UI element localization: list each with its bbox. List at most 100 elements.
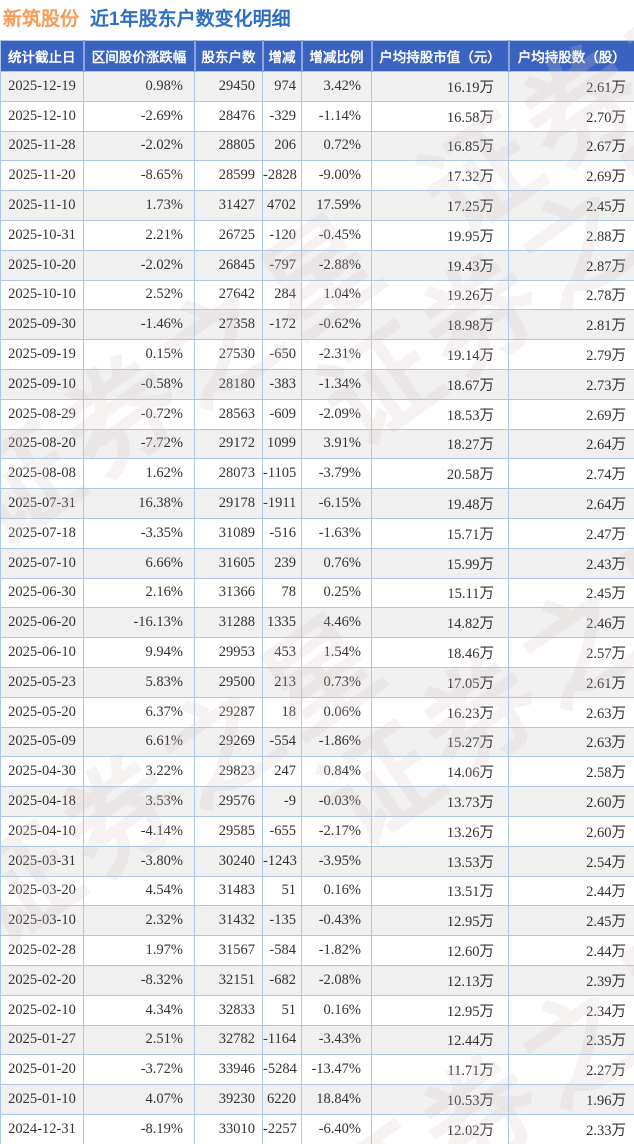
cell-change: -1164	[262, 1024, 302, 1056]
cell-avg-market-value: 15.71万	[371, 517, 509, 549]
cell-date: 2025-08-08	[0, 458, 84, 490]
cell-avg-market-value: 16.23万	[371, 696, 509, 728]
table-row: 2025-10-31 2.21% 26725 -120 -0.45% 19.95万 2.88…	[0, 219, 634, 251]
cell-change: -797	[262, 249, 302, 281]
cell-avg-shares: 2.69万	[508, 160, 634, 192]
table-row: 2025-11-28 -2.02% 28805 206 0.72% 16.85万 2.67万	[0, 130, 634, 162]
cell-avg-market-value: 11.71万	[371, 1054, 509, 1086]
cell-holder-count: 26725	[194, 219, 263, 251]
cell-change-ratio: -6.15%	[301, 488, 372, 519]
cell-avg-market-value: 13.51万	[371, 875, 509, 907]
table-row: 2025-04-10 -4.14% 29585 -655 -2.17% 13.26万 2.6…	[0, 815, 634, 847]
cell-date: 2025-01-27	[0, 1024, 84, 1056]
cell-price-change: 2.16%	[83, 577, 195, 609]
cell-price-change: 1.62%	[83, 458, 195, 490]
cell-avg-shares: 2.35万	[508, 1024, 634, 1056]
cell-date: 2025-06-20	[0, 607, 84, 639]
cell-holder-count: 31567	[194, 935, 263, 966]
cell-price-change: -3.80%	[83, 845, 195, 877]
cell-avg-shares: 2.61万	[508, 666, 634, 698]
cell-holder-count: 39230	[194, 1084, 263, 1115]
cell-date: 2025-01-20	[0, 1054, 84, 1086]
cell-avg-market-value: 20.58万	[371, 458, 509, 490]
cell-change: -383	[262, 368, 302, 400]
cell-change-ratio: -13.47%	[301, 1054, 372, 1086]
shareholder-table: 统计截止日 区间股价涨跌幅 股东户数 增减 增减比例 户均持股市值（元） 户均持股数（股） …	[0, 40, 634, 1144]
cell-avg-market-value: 18.67万	[371, 368, 509, 400]
cell-change-ratio: -1.14%	[301, 100, 372, 132]
cell-change: -1243	[262, 845, 302, 877]
table-row: 2025-09-10 -0.58% 28180 -383 -1.34% 18.67万 2.7…	[0, 368, 634, 400]
cell-avg-market-value: 17.32万	[371, 160, 509, 192]
cell-price-change: 1.73%	[83, 190, 195, 221]
table-row: 2025-05-20 6.37% 29287 18 0.06% 16.23万 2.63万	[0, 696, 634, 728]
cell-change-ratio: 17.59%	[301, 190, 372, 221]
cell-date: 2025-03-31	[0, 845, 84, 877]
cell-holder-count: 29823	[194, 756, 263, 788]
table-row: 2025-03-31 -3.80% 30240 -1243 -3.95% 13.53万 2.…	[0, 845, 634, 877]
cell-avg-market-value: 14.06万	[371, 756, 509, 788]
cell-avg-shares: 2.79万	[508, 339, 634, 370]
cell-avg-shares: 2.70万	[508, 100, 634, 132]
cell-holder-count: 29287	[194, 696, 263, 728]
table-row: 2025-12-19 0.98% 29450 974 3.42% 16.19万 2.61万	[0, 71, 634, 102]
cell-date: 2025-07-10	[0, 547, 84, 579]
cell-holder-count: 29953	[194, 637, 263, 668]
cell-change-ratio: -1.63%	[301, 517, 372, 549]
table-row: 2025-04-18 3.53% 29576 -9 -0.03% 13.73万 2.60万	[0, 786, 634, 817]
table-row: 2025-02-10 4.34% 32833 51 0.16% 12.95万 2.34万	[0, 994, 634, 1026]
cell-change-ratio: -2.09%	[301, 398, 372, 430]
cell-avg-market-value: 18.46万	[371, 637, 509, 668]
cell-change: 213	[262, 666, 302, 698]
table-row: 2025-09-30 -1.46% 27358 -172 -0.62% 18.98万 2.8…	[0, 309, 634, 341]
cell-change-ratio: -2.31%	[301, 339, 372, 370]
cell-avg-market-value: 19.48万	[371, 488, 509, 519]
cell-price-change: 6.66%	[83, 547, 195, 579]
cell-change-ratio: -1.82%	[301, 935, 372, 966]
cell-date: 2025-09-10	[0, 368, 84, 400]
table-header: 统计截止日 区间股价涨跌幅 股东户数 增减 增减比例 户均持股市值（元） 户均持股数（股）	[0, 40, 634, 72]
cell-change-ratio: 0.84%	[301, 756, 372, 788]
cell-date: 2025-08-29	[0, 398, 84, 430]
cell-avg-market-value: 17.25万	[371, 190, 509, 221]
cell-change: -655	[262, 815, 302, 847]
table-row: 2025-03-20 4.54% 31483 51 0.16% 13.51万 2.44万	[0, 875, 634, 907]
title-subtitle: 近1年股东户数变化明细	[90, 9, 291, 30]
cell-avg-market-value: 13.53万	[371, 845, 509, 877]
cell-avg-shares: 2.44万	[508, 875, 634, 907]
cell-avg-shares: 2.34万	[508, 994, 634, 1026]
cell-change: -120	[262, 219, 302, 251]
cell-change-ratio: -0.03%	[301, 786, 372, 817]
cell-avg-market-value: 12.02万	[371, 1113, 509, 1144]
cell-date: 2025-05-20	[0, 696, 84, 728]
cell-avg-market-value: 18.53万	[371, 398, 509, 430]
cell-change: -584	[262, 935, 302, 966]
cell-change-ratio: -1.86%	[301, 726, 372, 758]
cell-change: -650	[262, 339, 302, 370]
cell-change-ratio: -1.34%	[301, 368, 372, 400]
col-header-change-ratio: 增减比例	[300, 40, 372, 72]
cell-price-change: -4.14%	[83, 815, 195, 847]
cell-change: -135	[262, 905, 302, 937]
cell-avg-shares: 2.46万	[508, 607, 634, 639]
cell-avg-market-value: 15.27万	[371, 726, 509, 758]
cell-avg-market-value: 14.82万	[371, 607, 509, 639]
cell-holder-count: 28563	[194, 398, 263, 430]
cell-avg-shares: 2.69万	[508, 398, 634, 430]
cell-price-change: 5.83%	[83, 666, 195, 698]
cell-holder-count: 29172	[194, 428, 263, 460]
cell-avg-market-value: 12.13万	[371, 964, 509, 996]
stock-name: 新筑股份	[3, 9, 80, 30]
cell-avg-market-value: 16.85万	[371, 130, 509, 162]
cell-avg-shares: 2.45万	[508, 577, 634, 609]
table-row: 2025-11-10 1.73% 31427 4702 17.59% 17.25万 2.45…	[0, 190, 634, 221]
cell-date: 2025-12-10	[0, 100, 84, 132]
cell-change: 1099	[262, 428, 302, 460]
cell-holder-count: 31089	[194, 517, 263, 549]
cell-price-change: -3.35%	[83, 517, 195, 549]
table-row: 2025-11-20 -8.65% 28599 -2828 -9.00% 17.32万 2.…	[0, 160, 634, 192]
cell-date: 2024-12-31	[0, 1113, 84, 1144]
cell-price-change: -2.02%	[83, 249, 195, 281]
cell-date: 2025-02-20	[0, 964, 84, 996]
cell-date: 2025-09-19	[0, 339, 84, 370]
